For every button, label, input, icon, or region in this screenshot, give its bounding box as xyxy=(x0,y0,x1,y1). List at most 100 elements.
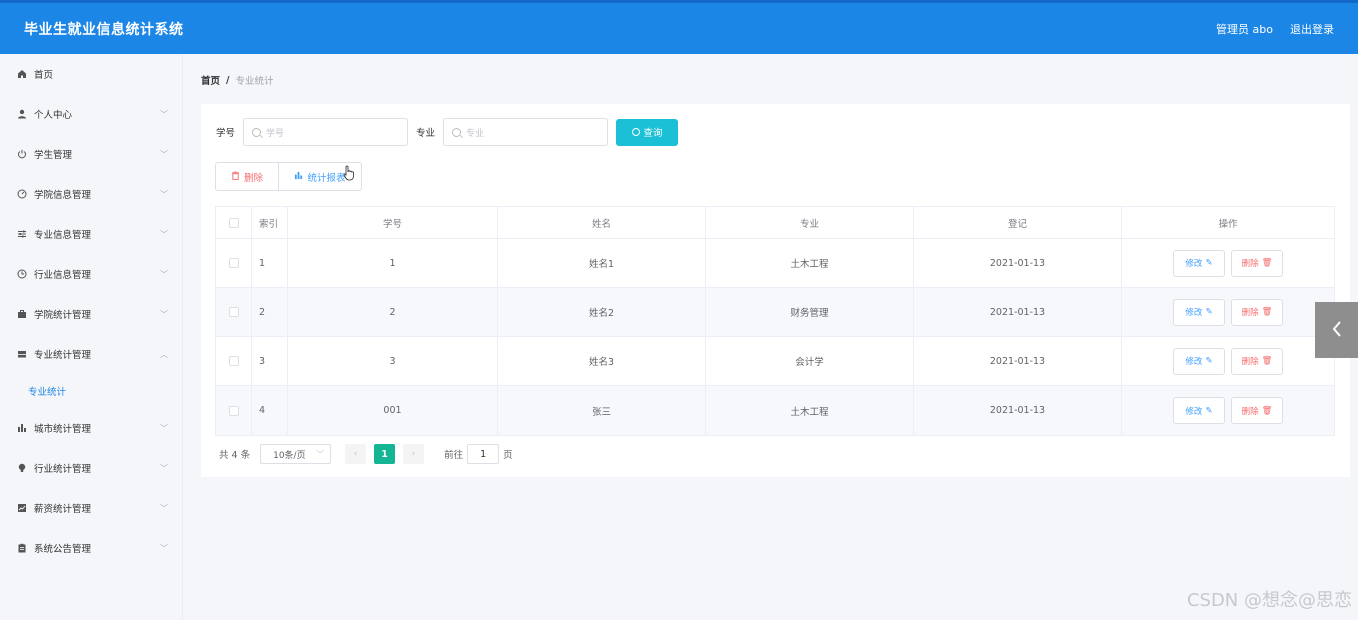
home-icon xyxy=(16,69,27,80)
sidebar-item-label: 学院信息管理 xyxy=(34,190,92,201)
sidebar-item-label: 城市统计管理 xyxy=(34,424,92,435)
sidebar-item-industry-info[interactable]: 行业信息管理 ﹀ xyxy=(0,254,182,294)
student-no-input[interactable]: 学号 xyxy=(243,118,409,146)
cell-index: 1 xyxy=(252,239,288,287)
table-row: 3 3 姓名3 会计学 2021-01-13 修改 ✎ 删除 🗑 xyxy=(216,337,1334,386)
edit-label: 修改 xyxy=(1185,259,1203,269)
chevron-down-icon: ﹀ xyxy=(160,109,168,119)
chevron-down-icon: ﹀ xyxy=(160,543,168,553)
header-checkbox-cell xyxy=(216,207,252,238)
top-navbar: 毕业生就业信息统计系统 管理员 abo 退出登录 xyxy=(0,0,1358,54)
sidebar-item-college-info[interactable]: 学院信息管理 ﹀ xyxy=(0,174,182,214)
sidebar-item-profile[interactable]: 个人中心 ﹀ xyxy=(0,94,182,134)
dashboard-icon xyxy=(16,189,27,200)
cell-index: 3 xyxy=(252,337,288,385)
sidebar-item-industry-stats[interactable]: 行业统计管理 ﹀ xyxy=(0,448,182,488)
delete-button[interactable]: 删除 🗑 xyxy=(1231,249,1283,277)
sidebar-item-announcements[interactable]: 系统公告管理 ﹀ xyxy=(0,528,182,568)
chevron-down-icon: ﹀ xyxy=(160,229,168,239)
cell-actions: 修改 ✎ 删除 🗑 xyxy=(1122,239,1334,287)
app-title: 毕业生就业信息统计系统 xyxy=(24,21,184,38)
sidebar-item-students[interactable]: 学生管理 ﹀ xyxy=(0,134,182,174)
sidebar-subitem-major-stats[interactable]: 专业统计 xyxy=(0,374,182,408)
goto-page-input[interactable]: 1 xyxy=(467,444,500,464)
delete-button[interactable]: 删除 🗑 xyxy=(1231,347,1283,375)
cell-name: 张三 xyxy=(498,386,706,435)
sidebar-item-label: 个人中心 xyxy=(34,110,73,121)
cell-index: 4 xyxy=(252,386,288,435)
trash-icon: 🗑 xyxy=(1261,258,1273,268)
edit-button[interactable]: 修改 ✎ xyxy=(1173,397,1225,424)
sidebar-item-label: 行业统计管理 xyxy=(34,464,92,475)
sidebar-item-label: 行业信息管理 xyxy=(34,270,92,281)
student-no-placeholder: 学号 xyxy=(266,128,285,139)
cell-date: 2021-01-13 xyxy=(914,337,1122,385)
trash-icon: 🗑 xyxy=(1261,356,1273,366)
edit-button[interactable]: 修改 ✎ xyxy=(1173,347,1225,375)
header-major: 专业 xyxy=(706,207,914,238)
sidebar-item-major-stats[interactable]: 专业统计管理 ︿ xyxy=(0,334,182,374)
sidebar: 首页 个人中心 ﹀ 学生管理 ﹀ 学院信息管理 ﹀ 专业信息管理 ﹀ 行业信息管… xyxy=(0,54,183,620)
row-checkbox-cell xyxy=(216,386,252,435)
edit-button[interactable]: 修改 ✎ xyxy=(1173,249,1225,277)
row-checkbox[interactable] xyxy=(228,356,239,366)
student-no-label: 学号 xyxy=(216,128,236,139)
pagination-total: 共 4 条 xyxy=(219,450,251,461)
row-checkbox[interactable] xyxy=(228,405,239,416)
prev-page-button[interactable]: ‹ xyxy=(345,444,367,464)
row-checkbox[interactable] xyxy=(228,258,239,268)
breadcrumb-separator: / xyxy=(226,74,230,86)
cell-name: 姓名2 xyxy=(498,288,706,336)
sidebar-item-salary-stats[interactable]: 薪资统计管理 ﹀ xyxy=(0,488,182,528)
delete-label: 删除 xyxy=(1241,406,1259,417)
chevron-up-icon: ︿ xyxy=(160,349,168,359)
table-row: 1 1 姓名1 土木工程 2021-01-13 修改 ✎ 删除 🗑 xyxy=(216,239,1334,288)
major-label: 专业 xyxy=(416,128,436,139)
current-user-label[interactable]: 管理员 abo xyxy=(1216,21,1273,37)
pencil-icon: ✎ xyxy=(1205,356,1213,366)
page-number-current[interactable]: 1 xyxy=(374,444,396,464)
sidebar-item-label: 专业信息管理 xyxy=(34,230,92,241)
row-checkbox[interactable] xyxy=(228,307,239,317)
logout-link[interactable]: 退出登录 xyxy=(1290,21,1334,37)
sidebar-item-home[interactable]: 首页 xyxy=(0,54,182,94)
delete-label: 删除 xyxy=(1241,357,1259,367)
side-panel-toggle[interactable] xyxy=(1315,302,1358,358)
chevron-left-icon: ‹ xyxy=(353,449,358,459)
cell-name: 姓名1 xyxy=(498,239,706,287)
major-input[interactable]: 专业 xyxy=(443,118,609,146)
select-all-checkbox[interactable] xyxy=(228,217,239,228)
cell-actions: 修改 ✎ 删除 🗑 xyxy=(1122,337,1334,385)
chevron-down-icon: ﹀ xyxy=(160,309,168,319)
page-size-select[interactable]: 10条/页 ﹀ xyxy=(260,444,332,464)
next-page-button[interactable]: › xyxy=(403,444,425,464)
cell-student-no: 1 xyxy=(288,239,498,287)
cell-student-no: 2 xyxy=(288,288,498,336)
sidebar-item-label: 专业统计管理 xyxy=(34,350,92,361)
breadcrumb-current: 专业统计 xyxy=(235,76,274,87)
delete-button[interactable]: 删除 🗑 xyxy=(1231,298,1283,326)
batch-delete-button[interactable]: 删除 xyxy=(215,162,279,191)
pencil-icon: ✎ xyxy=(1205,405,1213,416)
cell-major: 会计学 xyxy=(706,337,914,385)
goto-label: 前往 xyxy=(444,450,464,461)
chevron-down-icon: ﹀ xyxy=(160,269,168,279)
sidebar-item-city-stats[interactable]: 城市统计管理 ﹀ xyxy=(0,408,182,448)
chevron-down-icon: ﹀ xyxy=(160,503,168,513)
edit-button[interactable]: 修改 ✎ xyxy=(1173,298,1225,326)
cell-date: 2021-01-13 xyxy=(914,239,1122,287)
delete-button[interactable]: 删除 🗑 xyxy=(1231,397,1283,424)
user-icon xyxy=(16,109,27,120)
watermark: CSDN @想念@思恋 xyxy=(1186,590,1352,611)
sidebar-item-college-stats[interactable]: 学院统计管理 ﹀ xyxy=(0,294,182,334)
query-button[interactable]: 查询 xyxy=(616,118,679,146)
search-icon xyxy=(452,127,462,137)
batch-delete-label: 删除 xyxy=(243,172,263,184)
breadcrumb-home[interactable]: 首页 xyxy=(201,73,220,87)
clipboard-icon xyxy=(16,543,27,554)
cell-date: 2021-01-13 xyxy=(914,386,1122,435)
cell-actions: 修改 ✎ 删除 🗑 xyxy=(1122,288,1334,336)
edit-label: 修改 xyxy=(1185,406,1203,417)
sidebar-item-major-info[interactable]: 专业信息管理 ﹀ xyxy=(0,214,182,254)
header-student-no: 学号 xyxy=(288,207,498,238)
